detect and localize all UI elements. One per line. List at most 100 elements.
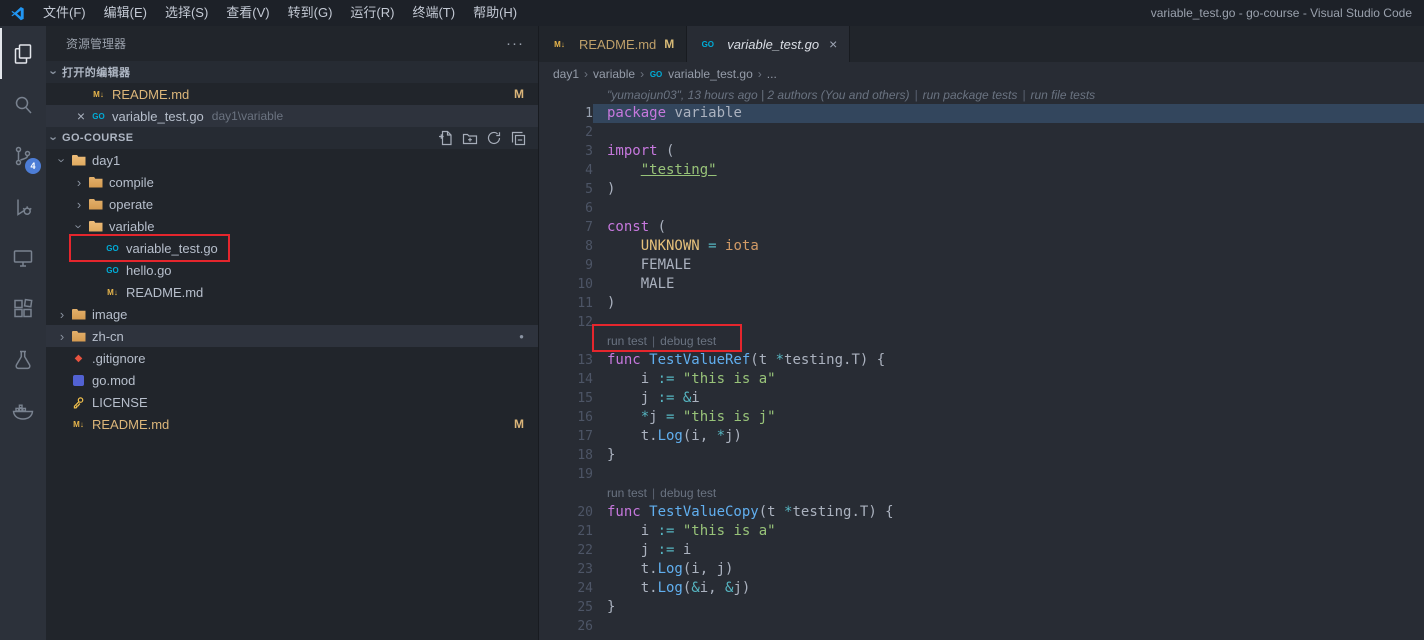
code-line-7[interactable]: 7 const ( [539,218,1424,237]
code-line-2[interactable]: 2 [539,123,1424,142]
close-editor-icon[interactable]: × [72,108,90,124]
line-content: package variable [593,104,1424,123]
code-line-16[interactable]: 16 *j = "this is j" [539,408,1424,427]
close-tab-icon[interactable]: × [829,36,837,52]
code-line-5[interactable]: 5) [539,180,1424,199]
code-line-20[interactable]: 20 func TestValueCopy(t *testing.T) { [539,503,1424,522]
tree-item-zh-cn[interactable]: zh-cn ● [46,325,538,347]
menu-item-7[interactable]: 帮助(H) [464,0,526,26]
go-file-icon [90,108,107,124]
tree-item-hello.go[interactable]: hello.go [46,259,538,281]
tree-item-label: variable_test.go [126,240,218,256]
codelens-run-test[interactable]: run test [607,486,647,500]
tree-item-image[interactable]: image [46,303,538,325]
run-debug-icon[interactable] [0,181,46,232]
line-content [593,199,1424,218]
open-editors-header[interactable]: 打开的编辑器 [46,61,538,83]
menu-item-0[interactable]: 文件(F) [34,0,95,26]
menu-item-5[interactable]: 运行(R) [341,0,403,26]
activity-bar: 4 [0,26,46,640]
tree-item-variable[interactable]: variable [46,215,538,237]
code-line-19[interactable]: 19 [539,465,1424,484]
code-line-25[interactable]: 25} [539,598,1424,617]
tree-item-variable-test.go[interactable]: variable_test.go [46,237,538,259]
code-line-18[interactable]: 18} [539,446,1424,465]
tree-item-label: .gitignore [92,350,146,366]
codelens-debug-test[interactable]: debug test [660,334,716,348]
code-line-21[interactable]: 21 i := "this is a" [539,522,1424,541]
code-line-26[interactable]: 26 [539,617,1424,636]
tree-item-operate[interactable]: operate [46,193,538,215]
go-file-icon [104,240,121,256]
tab-label: README.md [579,36,657,52]
tree-item-license[interactable]: LICENSE [46,391,538,413]
collapse-all-icon[interactable] [510,130,526,146]
menu-item-4[interactable]: 转到(G) [279,0,342,26]
code-line-12[interactable]: 12 [539,313,1424,332]
code-line-6[interactable]: 6 [539,199,1424,218]
line-number: 4 [585,163,593,178]
search-icon[interactable] [0,79,46,130]
docker-icon[interactable] [0,385,46,436]
breadcrumb-item-more[interactable]: ... [767,67,777,81]
tab-variable-test-go[interactable]: variable_test.go × [687,26,851,62]
tree-item-.gitignore[interactable]: .gitignore [46,347,538,369]
code-line-3[interactable]: 3 import ( [539,142,1424,161]
line-number: 16 [577,410,593,425]
tree-item-readme.md[interactable]: README.md M [46,413,538,435]
code-line-22[interactable]: 22 j := i [539,541,1424,560]
tree-item-readme.md[interactable]: README.md [46,281,538,303]
extensions-icon[interactable] [0,283,46,334]
breadcrumb-item-day1[interactable]: day1 [553,67,579,81]
workspace-header[interactable]: GO-COURSE [46,127,538,149]
open-editor-item-readme[interactable]: README.md M [46,83,538,105]
tree-item-compile[interactable]: compile [46,171,538,193]
codelens-run-test[interactable]: run test [607,334,647,348]
tree-item-day1[interactable]: day1 [46,149,538,171]
refresh-icon[interactable] [486,130,502,146]
separator: | [652,486,656,500]
markdown-file-icon [104,284,121,300]
code-line-15[interactable]: 15 j := &i [539,389,1424,408]
menu-item-6[interactable]: 终端(T) [403,0,464,26]
menu-item-2[interactable]: 选择(S) [156,0,217,26]
line-number: 14 [577,372,593,387]
codelens-debug-test[interactable]: debug test [660,486,716,500]
tab-readme-md[interactable]: README.md M [539,26,688,62]
code-line-1[interactable]: 1 package variable [539,104,1424,123]
code-line-24[interactable]: 24 t.Log(&i, &j) [539,579,1424,598]
new-file-icon[interactable] [438,130,454,146]
line-content: } [607,447,616,463]
line-content: t.Log(i, *j) [607,428,742,444]
tree-item-label: day1 [92,152,121,168]
remote-explorer-icon[interactable] [0,232,46,283]
line-content: UNKNOWN = iota [640,238,759,254]
new-folder-icon[interactable] [462,130,478,146]
git-modified-badge: M [664,37,675,51]
code-line-11[interactable]: 11) [539,294,1424,313]
code-line-8[interactable]: 8 UNKNOWN = iota [539,237,1424,256]
code-line-17[interactable]: 17 t.Log(i, *j) [539,427,1424,446]
breadcrumb-item-file[interactable]: variable_test.go [668,67,753,81]
menubar: 文件(F) 编辑(E) 选择(S) 查看(V) 转到(G) 运行(R) 终端(T) 帮助(H) [34,0,526,26]
code-line-10[interactable]: 10 MALE [539,275,1424,294]
code-line-23[interactable]: 23 t.Log(i, j) [539,560,1424,579]
more-actions-icon[interactable]: ··· [506,35,524,52]
source-control-icon[interactable]: 4 [0,130,46,181]
menu-item-3[interactable]: 查看(V) [217,0,278,26]
line-number: 5 [585,182,593,197]
run-package-tests-link[interactable]: run package tests [923,88,1018,102]
code-area[interactable]: "yumaojun03", 13 hours ago | 2 authors (… [539,86,1424,640]
breadcrumb-item-variable[interactable]: variable [593,67,635,81]
code-line-4[interactable]: 4 "testing" [539,161,1424,180]
testing-flask-icon[interactable] [0,334,46,385]
run-file-tests-link[interactable]: run file tests [1030,88,1095,102]
tree-item-go.mod[interactable]: go.mod [46,369,538,391]
code-line-13[interactable]: 13 func TestValueRef(t *testing.T) { [539,351,1424,370]
code-line-14[interactable]: 14 i := "this is a" [539,370,1424,389]
menu-item-1[interactable]: 编辑(E) [95,0,156,26]
line-content: const ( [607,219,667,235]
code-line-9[interactable]: 9 FEMALE [539,256,1424,275]
open-editor-item-variable-test-go[interactable]: × variable_test.go day1\variable [46,105,538,127]
explorer-icon[interactable] [0,28,46,79]
